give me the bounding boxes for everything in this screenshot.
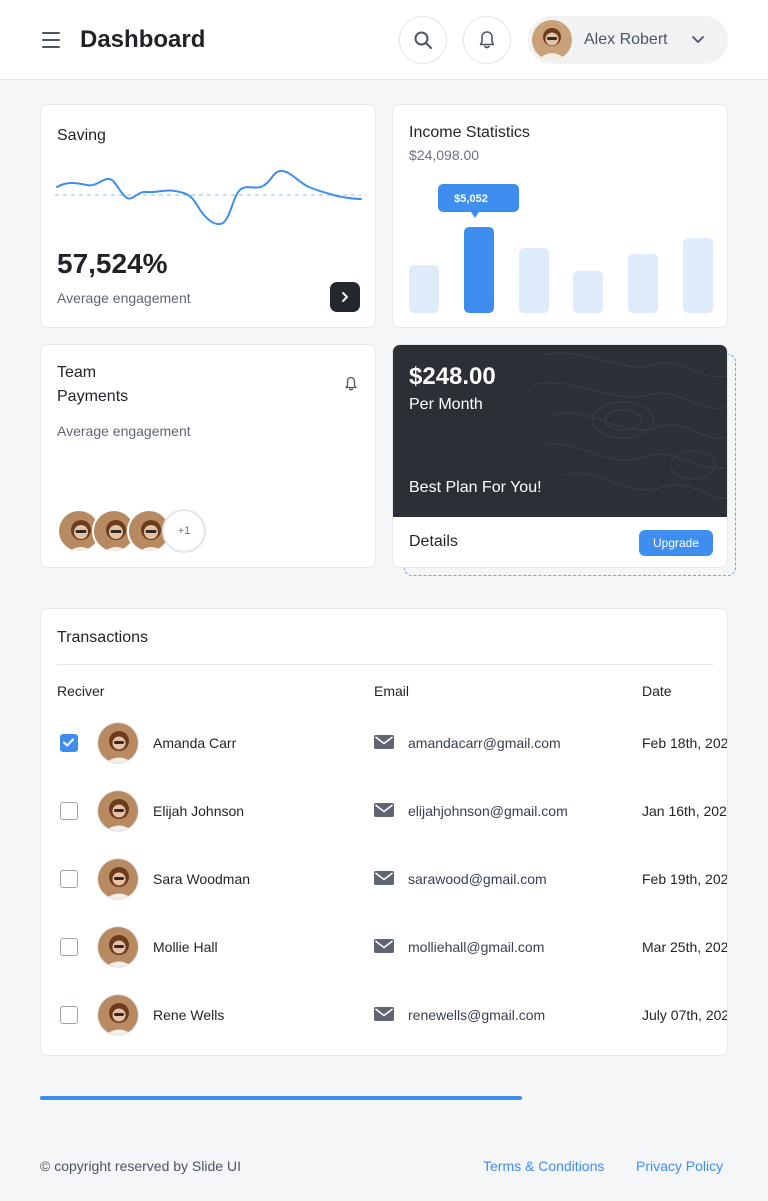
transactions-title: Transactions <box>57 629 148 646</box>
bar <box>628 254 658 313</box>
search-icon <box>414 31 432 49</box>
saving-card: Saving 57,524% Average engagement <box>40 104 376 328</box>
plan-period: Per Month <box>409 396 483 413</box>
receiver-email: molliehall@gmail.com <box>408 939 545 955</box>
column-header-date: Date <box>642 683 672 699</box>
saving-subtitle: Average engagement <box>57 290 191 306</box>
receiver-name: Mollie Hall <box>153 939 218 955</box>
bell-icon[interactable] <box>344 376 358 392</box>
avatar <box>97 790 139 832</box>
plan-slogan: Best Plan For You! <box>409 479 542 496</box>
plan-price: $248.00 <box>409 363 496 390</box>
mail-icon <box>374 938 394 959</box>
row-checkbox[interactable] <box>60 1006 78 1024</box>
row-checkbox[interactable] <box>60 938 78 956</box>
chevron-down-icon <box>692 36 704 43</box>
receiver-email: sarawood@gmail.com <box>408 871 547 887</box>
terms-link[interactable]: Terms & Conditions <box>483 1158 604 1174</box>
income-bar-chart: $5,052 <box>409 184 713 313</box>
table-row[interactable]: Rene Wells renewells@gmail.com July 07th, … <box>41 981 728 1049</box>
transactions-card: Transactions Reciver Email Date Amanda C… <box>40 608 728 1056</box>
income-statistics-card: Income Statistics $24,098.00 $5,052 <box>392 104 728 328</box>
top-header: Dashboard Alex Robert <box>0 0 768 80</box>
table-row[interactable]: Amanda Carr amandacarr@gmail.com Feb 18th,… <box>41 709 728 777</box>
table-row[interactable]: Sara Woodman sarawood@gmail.com Feb 19th, … <box>41 845 728 913</box>
receiver-name: Amanda Carr <box>153 735 237 751</box>
receiver-name: Elijah Johnson <box>153 803 245 819</box>
transaction-date: July 07th, 2023 <box>642 1007 728 1023</box>
receiver-name: Rene Wells <box>153 1007 225 1023</box>
saving-next-button[interactable] <box>330 282 360 312</box>
saving-value: 57,524% <box>57 248 168 279</box>
mail-icon <box>374 870 394 891</box>
table-row[interactable]: Elijah Johnson elijahjohnson@gmail.com Jan… <box>41 777 728 845</box>
bar-tooltip: $5,052 <box>454 193 488 205</box>
receiver-email: renewells@gmail.com <box>408 1007 546 1023</box>
scroll-progress <box>40 1096 728 1100</box>
chevron-right-icon <box>342 292 348 302</box>
saving-sparkline <box>55 169 362 225</box>
bar-highlighted <box>464 227 494 313</box>
column-header-email: Email <box>374 683 410 699</box>
receiver-name: Sara Woodman <box>153 871 251 887</box>
notifications-button[interactable] <box>463 16 511 64</box>
receiver-email: amandacarr@gmail.com <box>408 735 561 751</box>
bar <box>409 265 439 313</box>
row-checkbox[interactable] <box>60 734 78 752</box>
plan-details-label: Details <box>409 533 458 550</box>
card-title: Income Statistics <box>409 124 530 141</box>
card-title-line2: Payments <box>57 388 129 405</box>
user-menu[interactable]: Alex Robert <box>528 16 728 64</box>
upgrade-button[interactable]: Upgrade <box>639 530 713 556</box>
mail-icon <box>374 1006 394 1027</box>
search-button[interactable] <box>399 16 447 64</box>
card-title: Saving <box>57 127 106 144</box>
avatar <box>97 926 139 968</box>
income-total: $24,098.00 <box>409 147 480 163</box>
team-subtitle: Average engagement <box>57 423 191 439</box>
menu-icon[interactable] <box>40 30 64 50</box>
avatar <box>97 994 139 1036</box>
bar <box>519 248 549 313</box>
user-name: Alex Robert <box>584 31 668 48</box>
row-checkbox[interactable] <box>60 870 78 888</box>
transaction-date: Feb 19th, 2023 <box>642 871 728 887</box>
row-checkbox[interactable] <box>60 802 78 820</box>
column-header-receiver: Reciver <box>57 683 105 699</box>
page-title: Dashboard <box>80 26 206 53</box>
avatar <box>97 858 139 900</box>
mail-icon <box>374 734 394 755</box>
transaction-date: Feb 18th, 2023 <box>642 735 728 751</box>
bar <box>683 238 713 313</box>
transaction-date: Mar 25th, 2023 <box>642 939 728 955</box>
progress-fill <box>40 1096 522 1100</box>
divider <box>57 664 713 665</box>
table-row[interactable]: Mollie Hall molliehall@gmail.com Mar 25th,… <box>41 913 728 981</box>
bell-icon <box>479 31 495 49</box>
plan-card: $248.00 Per Month Best Plan For You! Det… <box>392 344 728 568</box>
privacy-link[interactable]: Privacy Policy <box>636 1158 723 1174</box>
receiver-email: elijahjohnson@gmail.com <box>408 803 568 819</box>
bar <box>573 271 603 313</box>
more-members-button[interactable]: +1 <box>162 509 206 553</box>
plan-banner: $248.00 Per Month Best Plan For You! <box>393 345 727 517</box>
team-payments-card: Team Payments Average engagement +1 <box>40 344 376 568</box>
card-title-line1: Team <box>57 364 97 381</box>
transaction-date: Jan 16th, 2023 <box>642 803 728 819</box>
copyright-text: © copyright reserved by Slide UI <box>40 1158 241 1174</box>
mail-icon <box>374 802 394 823</box>
avatar <box>532 20 572 60</box>
avatar <box>97 722 139 764</box>
